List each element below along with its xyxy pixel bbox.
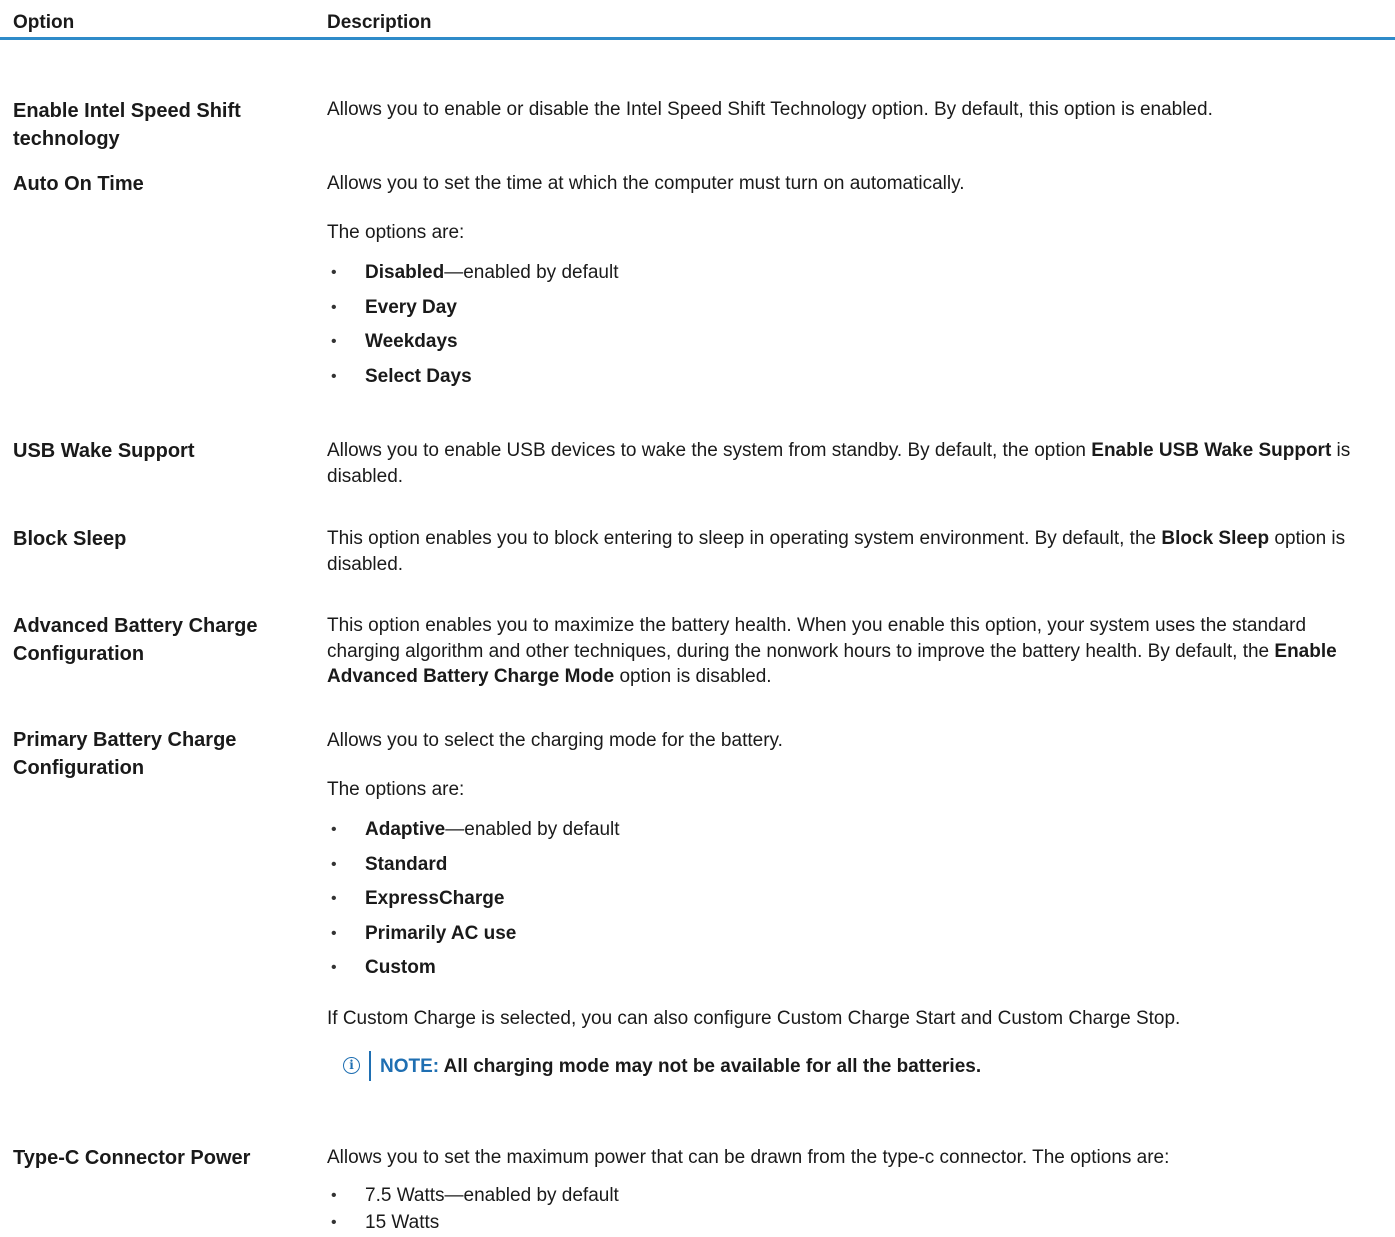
note-callout: i NOTE: All charging mode may not be ava… — [327, 1051, 1382, 1084]
option-name: Type-C Connector Power — [13, 1147, 251, 1169]
option-description: Allows you to select the charging mode f… — [327, 728, 1382, 1084]
list-item: • ExpressCharge — [331, 888, 505, 909]
options-intro: The options are: — [327, 778, 465, 800]
option-description: Allows you to enable or disable the Inte… — [327, 97, 1382, 123]
list-item: • 15 Watts — [331, 1211, 440, 1233]
option-name: Block Sleep — [13, 528, 127, 550]
option-description: Allows you to set the maximum power that… — [327, 1145, 1382, 1237]
options-intro: The options are: — [327, 221, 465, 243]
bullet-icon: • — [331, 298, 337, 316]
note-label: NOTE: — [380, 1056, 440, 1077]
option-name: Advanced Battery Charge Configuration — [13, 615, 258, 665]
options-list: • Disabled—enabled by default • Every Day … — [327, 260, 1382, 398]
description-text: Allows you to select the charging mode f… — [327, 730, 783, 751]
list-item: • 7.5 Watts—enabled by default — [331, 1184, 619, 1206]
bullet-icon: • — [331, 367, 337, 385]
description-text: This option enables you to maximize the … — [327, 615, 1337, 687]
bullet-icon: • — [331, 890, 337, 907]
custom-charge-text: If Custom Charge is selected, you can al… — [327, 1007, 1181, 1029]
list-item: • Every Day — [331, 296, 457, 318]
description-text: Allows you to set the maximum power that… — [327, 1147, 1170, 1168]
option-name: Primary Battery Charge Configuration — [13, 729, 237, 779]
options-list: • Adaptive—enabled by default • Standard •… — [327, 817, 1382, 990]
info-icon: i — [343, 1057, 360, 1074]
column-header-description: Description — [327, 12, 432, 33]
option-description: Allows you to set the time at which the … — [327, 171, 1382, 398]
list-item: • Standard — [331, 853, 448, 875]
note-divider — [369, 1051, 371, 1081]
bullet-icon: • — [331, 821, 337, 838]
list-item: • Weekdays — [331, 331, 458, 352]
bullet-icon: • — [331, 264, 337, 281]
list-item: • Adaptive—enabled by default — [331, 819, 620, 840]
bullet-icon: • — [331, 333, 337, 350]
bullet-icon: • — [331, 855, 337, 873]
bullet-icon: • — [331, 1186, 337, 1204]
list-item: • Select Days — [331, 365, 472, 387]
table-header: Option Description — [0, 0, 1395, 40]
description-text: This option enables you to block enterin… — [327, 528, 1346, 575]
description-text: Allows you to set the time at which the … — [327, 173, 965, 194]
option-description: Allows you to enable USB devices to wake… — [327, 438, 1382, 489]
list-item: • Custom — [331, 957, 436, 978]
bullet-icon: • — [331, 1213, 337, 1231]
options-list: • 7.5 Watts—enabled by default • 15 Watts — [327, 1183, 1382, 1237]
bullet-icon: • — [331, 959, 337, 976]
description-text: Allows you to enable or disable the Inte… — [327, 99, 1213, 120]
option-description: This option enables you to maximize the … — [327, 613, 1382, 690]
description-text: Allows you to enable USB devices to wake… — [327, 440, 1351, 487]
list-item: • Disabled—enabled by default — [331, 262, 619, 283]
bullet-icon: • — [331, 924, 337, 942]
note-text: NOTE: All charging mode may not be avail… — [380, 1056, 982, 1077]
list-item: • Primarily AC use — [331, 922, 517, 944]
option-name: Enable Intel Speed Shift technology — [13, 100, 241, 150]
option-description: This option enables you to block enterin… — [327, 526, 1382, 577]
option-name: USB Wake Support — [13, 440, 195, 462]
option-name: Auto On Time — [13, 173, 144, 195]
column-header-option: Option — [13, 12, 75, 33]
